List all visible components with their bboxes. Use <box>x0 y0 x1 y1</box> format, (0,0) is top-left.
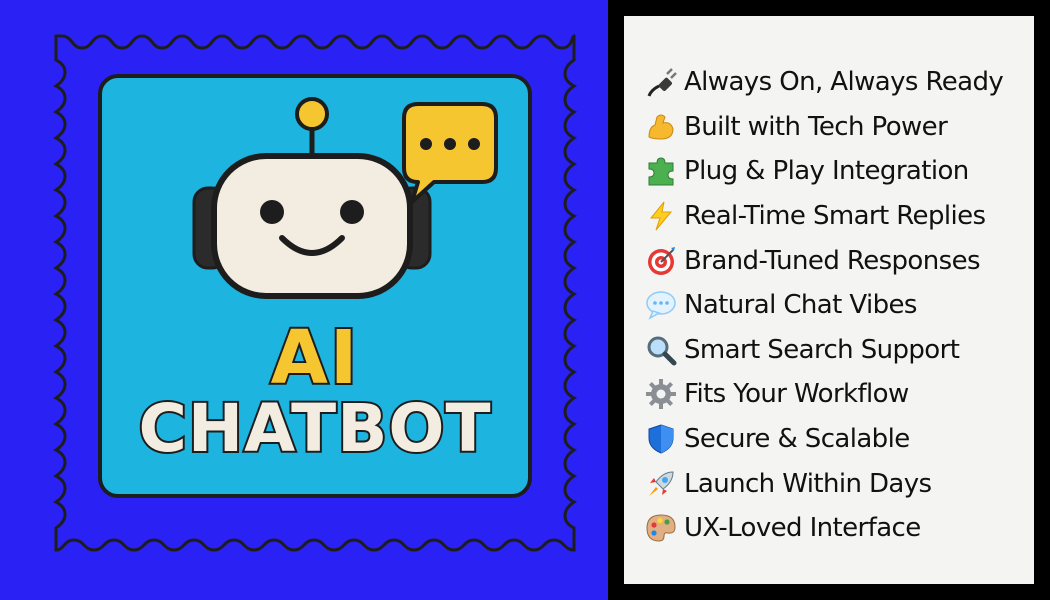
feature-panel: Always On, Always Ready Built with Tech … <box>608 0 1050 600</box>
feature-item-brand-tuned: Brand-Tuned Responses <box>644 238 1034 283</box>
feature-text: Plug & Play Integration <box>684 156 969 187</box>
feature-text: Launch Within Days <box>684 468 932 499</box>
speech-bubble-icon <box>644 288 678 322</box>
magnifier-icon <box>644 333 678 367</box>
palette-icon <box>644 511 678 545</box>
rocket-icon <box>644 467 678 501</box>
stamp-panel: AI CHATBOT <box>0 0 608 600</box>
feature-text: Secure & Scalable <box>684 424 910 455</box>
feature-item-workflow: Fits Your Workflow <box>644 372 1034 417</box>
feature-item-plug-play: Plug & Play Integration <box>644 149 1034 194</box>
feature-text: Real-Time Smart Replies <box>684 201 986 232</box>
feature-item-real-time: Real-Time Smart Replies <box>644 194 1034 239</box>
feature-item-smart-search: Smart Search Support <box>644 328 1034 373</box>
shield-icon <box>644 422 678 456</box>
feature-text: Always On, Always Ready <box>684 67 1004 98</box>
plug-icon <box>644 65 678 99</box>
stamp-title-ai: AI <box>269 315 360 401</box>
feature-text: Natural Chat Vibes <box>684 290 917 321</box>
feature-text: Built with Tech Power <box>684 111 948 142</box>
gear-icon <box>644 377 678 411</box>
target-icon <box>644 244 678 278</box>
feature-item-tech-power: Built with Tech Power <box>644 105 1034 150</box>
feature-card: Always On, Always Ready Built with Tech … <box>624 16 1034 584</box>
feature-item-always-on: Always On, Always Ready <box>644 60 1034 105</box>
stamp-title-chatbot: CHATBOT <box>136 390 492 468</box>
feature-item-secure: Secure & Scalable <box>644 417 1034 462</box>
feature-list: Always On, Always Ready Built with Tech … <box>644 60 1034 551</box>
feature-text: UX-Loved Interface <box>684 513 921 544</box>
feature-text: Brand-Tuned Responses <box>684 245 981 276</box>
feature-text: Fits Your Workflow <box>684 379 909 410</box>
feature-item-launch: Launch Within Days <box>644 461 1034 506</box>
feature-item-ux: UX-Loved Interface <box>644 506 1034 551</box>
flexed-biceps-icon <box>644 110 678 144</box>
stamp-illustration <box>53 34 577 552</box>
feature-item-natural-chat: Natural Chat Vibes <box>644 283 1034 328</box>
puzzle-piece-icon <box>644 154 678 188</box>
lightning-icon <box>644 199 678 233</box>
feature-text: Smart Search Support <box>684 334 960 365</box>
